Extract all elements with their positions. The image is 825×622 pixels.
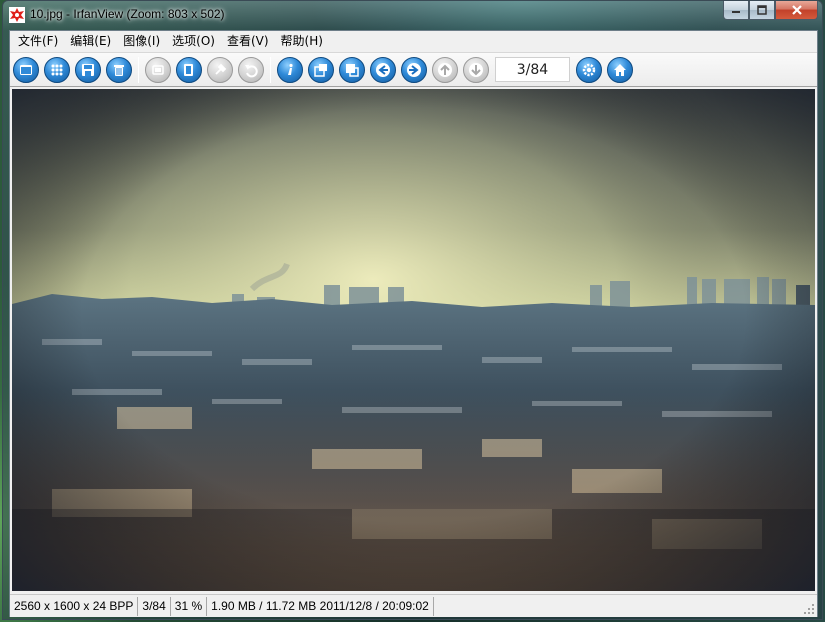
settings-icon [582, 63, 596, 76]
image-viewport[interactable] [12, 89, 815, 591]
up-button[interactable] [432, 56, 458, 83]
home-button[interactable] [607, 56, 633, 83]
zoom-out-icon [346, 63, 359, 77]
open-button[interactable] [13, 56, 39, 83]
status-dimensions: 2560 x 1600 x 24 BPP [10, 596, 139, 616]
rotate-button[interactable] [145, 56, 171, 83]
info-button[interactable] [277, 56, 303, 83]
window-controls [723, 1, 818, 20]
zoom-in-icon [314, 63, 327, 77]
undo-button[interactable] [238, 56, 264, 83]
menu-image[interactable]: 图像(I) [117, 31, 166, 52]
save-button[interactable] [75, 56, 101, 83]
resize-grip-icon[interactable] [803, 603, 815, 615]
close-button[interactable] [775, 1, 818, 20]
status-zoom: 31 % [171, 596, 208, 616]
next-button[interactable] [401, 56, 427, 83]
zoom-out-button[interactable] [339, 56, 365, 83]
delete-icon [114, 64, 124, 76]
irfanview-app-icon[interactable] [9, 7, 25, 23]
rotate-icon [152, 64, 164, 75]
previous-button[interactable] [370, 56, 396, 83]
home-icon [614, 63, 626, 76]
window-title: 10.jpg - IrfanView (Zoom: 803 x 502) [30, 7, 225, 21]
open-icon [20, 64, 32, 75]
menu-bar: 文件(F) 编辑(E) 图像(I) 选项(O) 查看(V) 帮助(H) [10, 31, 817, 52]
menu-options[interactable]: 选项(O) [166, 31, 221, 52]
minimize-icon [732, 11, 740, 13]
close-icon [791, 5, 802, 15]
save-icon [82, 63, 94, 76]
image-counter: 3/84 [495, 57, 570, 82]
maximize-icon [757, 5, 767, 15]
title-bar[interactable]: 10.jpg - IrfanView (Zoom: 803 x 502) [3, 1, 822, 29]
delete-button[interactable] [106, 56, 132, 83]
copy-button[interactable] [176, 56, 202, 83]
irfanview-window: 10.jpg - IrfanView (Zoom: 803 x 502) 文件(… [2, 0, 823, 620]
toolbar-separator [270, 56, 271, 83]
undo-icon [245, 64, 258, 77]
next-icon [407, 62, 421, 77]
up-icon [438, 62, 452, 77]
maximize-button[interactable] [749, 1, 775, 20]
client-area: 文件(F) 编辑(E) 图像(I) 选项(O) 查看(V) 帮助(H) 3/84… [9, 30, 818, 617]
previous-icon [376, 62, 390, 77]
settings-button[interactable] [576, 56, 602, 83]
zoom-in-button[interactable] [308, 56, 334, 83]
menu-file[interactable]: 文件(F) [12, 31, 64, 52]
down-button[interactable] [463, 56, 489, 83]
thumbnails-button[interactable] [44, 56, 70, 83]
copy-icon [184, 63, 193, 76]
paste-button[interactable] [207, 56, 233, 83]
minimize-button[interactable] [723, 1, 749, 20]
down-icon [469, 62, 483, 77]
status-bar: 2560 x 1600 x 24 BPP 3/84 31 % 1.90 MB /… [10, 594, 817, 617]
paste-icon [215, 63, 227, 75]
menu-edit[interactable]: 编辑(E) [64, 31, 117, 52]
thumbnails-icon [51, 64, 63, 75]
menu-view[interactable]: 查看(V) [221, 31, 275, 52]
status-index: 3/84 [138, 596, 171, 616]
toolbar: 3/84 [10, 52, 817, 87]
menu-help[interactable]: 帮助(H) [275, 31, 329, 52]
status-file-info: 1.90 MB / 11.72 MB 2011/12/8 / 20:09:02 [207, 596, 434, 616]
toolbar-separator [138, 56, 139, 83]
info-icon [288, 63, 293, 75]
city-skyline-photo [12, 89, 815, 591]
